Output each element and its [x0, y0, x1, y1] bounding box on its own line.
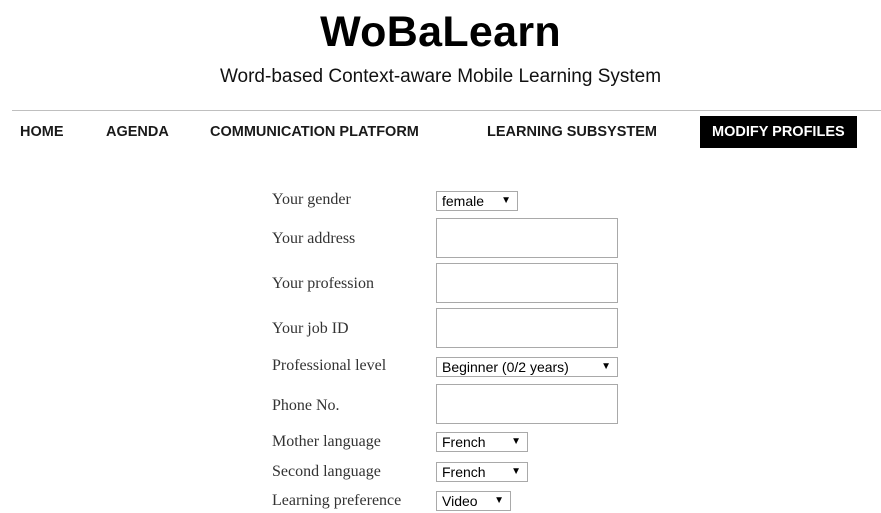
professional-level-label: Professional level [272, 357, 387, 374]
second-language-label: Second language [272, 463, 381, 480]
professional-level-select[interactable]: Beginner (0/2 years) ▼ [436, 357, 618, 377]
gender-select[interactable]: female ▼ [436, 191, 518, 211]
chevron-down-icon: ▼ [511, 466, 521, 477]
mother-language-select[interactable]: French ▼ [436, 432, 528, 452]
site-subtitle: Word-based Context-aware Mobile Learning… [219, 66, 662, 87]
phone-field[interactable] [436, 384, 618, 424]
professional-level-select-value: Beginner (0/2 years) [442, 359, 569, 375]
learning-preference-label: Learning preference [272, 492, 402, 509]
nav-learning-subsystem[interactable]: LEARNING SUBSYSTEM [487, 116, 657, 148]
profession-field[interactable] [436, 263, 618, 303]
gender-label: Your gender [272, 191, 351, 208]
learning-preference-select[interactable]: Video ▼ [436, 491, 511, 511]
phone-label: Phone No. [272, 397, 340, 414]
nav-modify-profiles[interactable]: MODIFY PROFILES [700, 116, 857, 148]
mother-language-select-value: French [442, 434, 486, 450]
profession-label: Your profession [272, 275, 374, 292]
job-id-field[interactable] [436, 308, 618, 348]
learning-preference-select-value: Video [442, 493, 478, 509]
second-language-select-value: French [442, 464, 486, 480]
nav-agenda[interactable]: AGENDA [106, 116, 169, 148]
site-title: WoBaLearn [320, 8, 561, 56]
nav-communication-platform[interactable]: COMMUNICATION PLATFORM [210, 116, 419, 148]
nav-home[interactable]: HOME [20, 116, 64, 148]
address-field[interactable] [436, 218, 618, 258]
address-label: Your address [272, 230, 356, 247]
gender-select-value: female [442, 193, 485, 209]
main-nav: HOME AGENDA COMMUNICATION PLATFORM LEARN… [0, 116, 881, 148]
chevron-down-icon: ▼ [494, 495, 504, 506]
mother-language-label: Mother language [272, 433, 381, 450]
chevron-down-icon: ▼ [501, 195, 511, 206]
second-language-select[interactable]: French ▼ [436, 462, 528, 482]
chevron-down-icon: ▼ [511, 436, 521, 447]
chevron-down-icon: ▼ [601, 361, 611, 372]
job-id-label: Your job ID [272, 320, 349, 337]
header-divider [12, 110, 881, 111]
